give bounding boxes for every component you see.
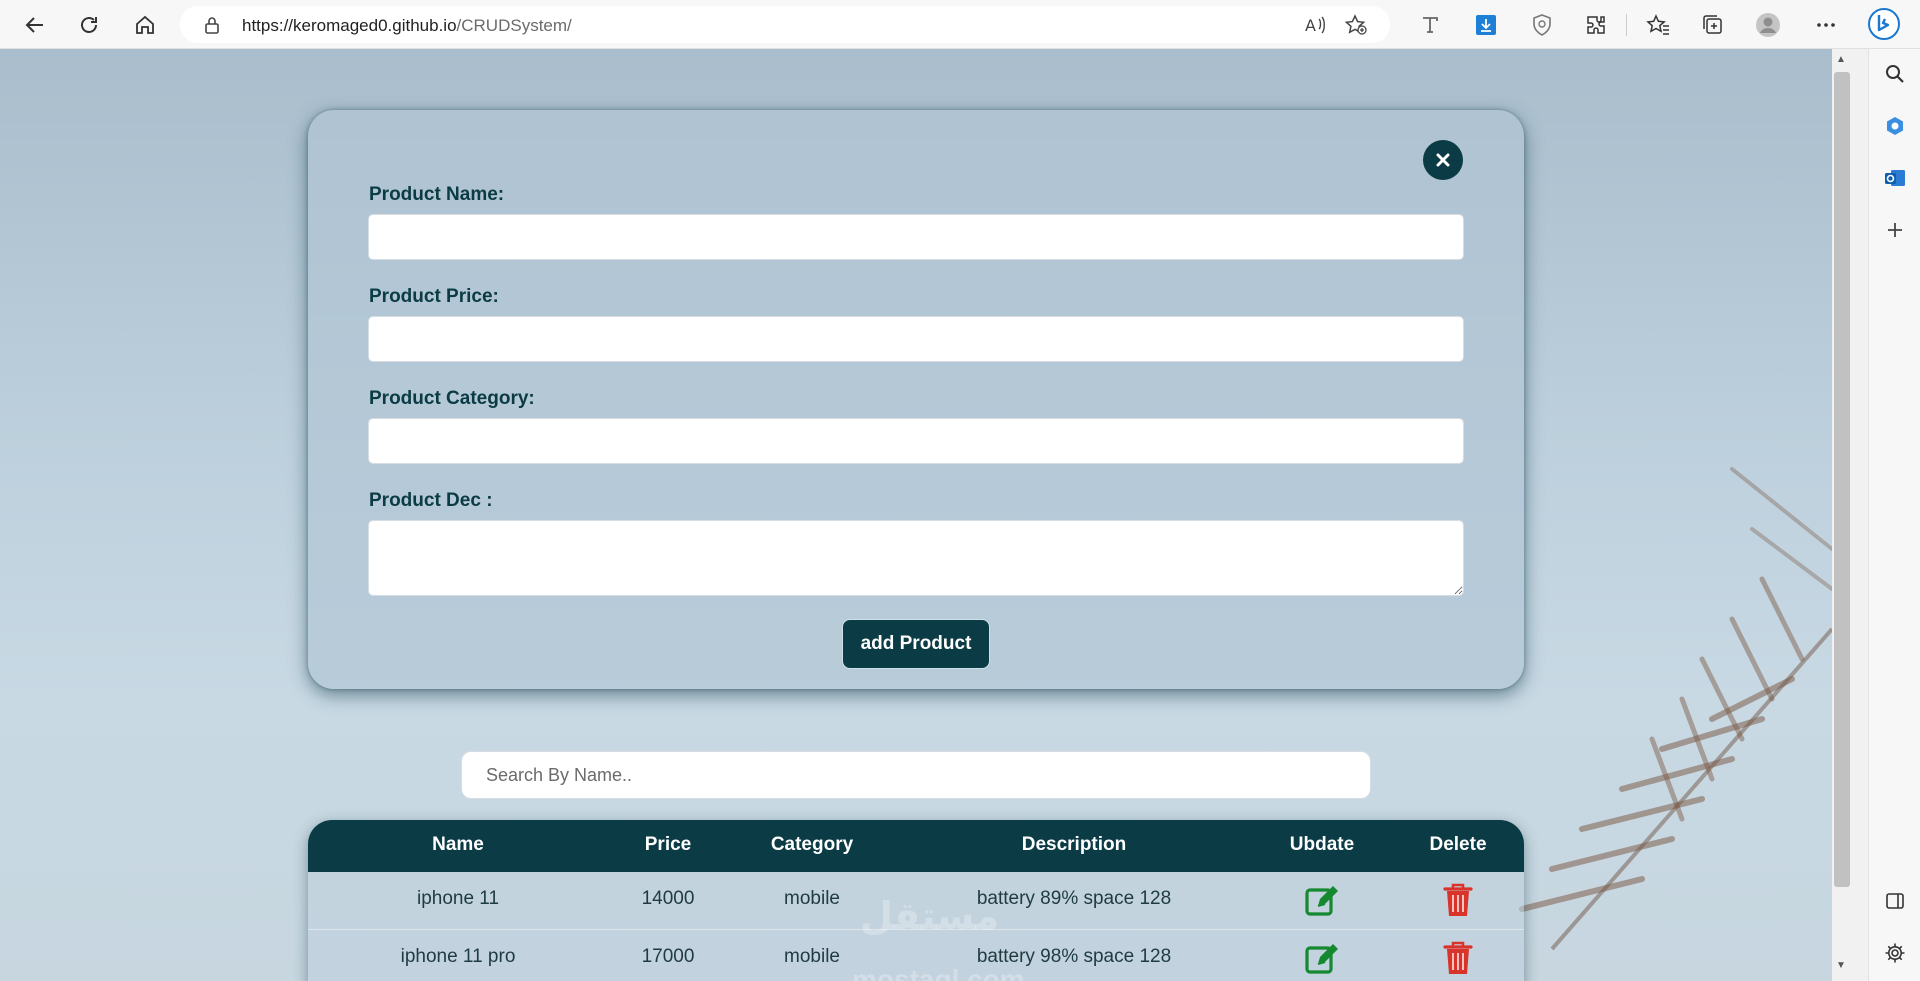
header-delete: Delete xyxy=(1429,834,1487,855)
product-description-textarea[interactable] xyxy=(368,520,1464,596)
text-format-icon[interactable] xyxy=(1414,9,1446,41)
product-category-label: Product Category: xyxy=(369,388,535,409)
product-description-label: Product Dec : xyxy=(369,490,493,511)
edit-icon xyxy=(1305,944,1338,974)
sidebar-toggle-button[interactable] xyxy=(1881,887,1909,915)
search-input[interactable] xyxy=(461,751,1371,799)
product-name-label: Product Name: xyxy=(369,184,505,205)
home-icon xyxy=(136,15,154,34)
download-icon[interactable] xyxy=(1470,9,1502,41)
header-name: Name xyxy=(432,834,484,855)
cell-category: mobile xyxy=(784,888,840,909)
product-price-label: Product Price: xyxy=(369,286,499,307)
profile-avatar-icon[interactable] xyxy=(1752,9,1784,41)
page-viewport: Product Name: Product Price: Product Cat… xyxy=(0,49,1832,981)
header-category: Category xyxy=(770,834,854,855)
refresh-button[interactable] xyxy=(72,8,106,42)
scrollbar-thumb[interactable] xyxy=(1834,72,1850,887)
watermark-latin: mostaql.com xyxy=(852,964,1025,981)
collections-icon[interactable] xyxy=(1697,9,1729,41)
add-product-button[interactable]: add Product xyxy=(842,619,990,669)
update-button[interactable] xyxy=(1302,880,1342,920)
outlook-icon xyxy=(1885,170,1905,186)
read-aloud-icon[interactable]: A xyxy=(1304,15,1326,40)
plus-icon xyxy=(1888,223,1902,237)
update-button[interactable] xyxy=(1302,938,1342,978)
product-category-input[interactable] xyxy=(368,418,1464,464)
extensions-icon[interactable] xyxy=(1580,9,1612,41)
edge-sidebar xyxy=(1868,49,1920,981)
product-name-input[interactable] xyxy=(368,214,1464,260)
url-text[interactable]: https://keromaged0.github.io/CRUDSystem/ xyxy=(242,16,572,36)
svg-text:A: A xyxy=(1305,16,1316,35)
address-bar[interactable]: https://keromaged0.github.io/CRUDSystem/… xyxy=(180,6,1390,43)
cell-category: mobile xyxy=(784,946,840,967)
browser-toolbar: https://keromaged0.github.io/CRUDSystem/… xyxy=(0,0,1920,49)
watermark-arabic: مستقل xyxy=(860,896,999,938)
tools-icon xyxy=(1887,117,1903,135)
sidebar-panel-icon xyxy=(1886,893,1904,909)
product-price-input[interactable] xyxy=(368,316,1464,362)
refresh-icon xyxy=(81,17,97,33)
cell-price: 17000 xyxy=(641,946,695,967)
sidebar-tools-button[interactable] xyxy=(1881,112,1909,140)
edit-icon xyxy=(1305,886,1338,916)
trash-icon xyxy=(1443,941,1473,974)
shield-icon[interactable] xyxy=(1526,9,1558,41)
delete-button[interactable] xyxy=(1438,880,1478,920)
back-button[interactable] xyxy=(18,8,52,42)
cell-name: iphone 11 pro xyxy=(400,946,516,967)
cell-price: 14000 xyxy=(641,888,695,909)
add-favorite-icon[interactable] xyxy=(1344,14,1368,41)
bing-copilot-icon[interactable] xyxy=(1864,4,1904,44)
scroll-up-arrow-icon[interactable]: ▲ xyxy=(1836,54,1846,65)
close-icon xyxy=(1436,153,1450,167)
search-icon xyxy=(1886,65,1904,83)
table-header: Name Price Category Description Ubdate D… xyxy=(308,820,1524,872)
gear-icon xyxy=(1885,943,1905,963)
sidebar-search-button[interactable] xyxy=(1881,60,1909,88)
cell-description: battery 89% space 128 xyxy=(976,888,1172,909)
header-description: Description xyxy=(1021,834,1127,855)
product-form-card: Product Name: Product Price: Product Cat… xyxy=(308,110,1524,689)
toolbar-divider xyxy=(1626,14,1627,36)
close-form-button[interactable] xyxy=(1423,140,1463,180)
sidebar-add-button[interactable] xyxy=(1881,216,1909,244)
header-update: Ubdate xyxy=(1289,834,1355,855)
back-arrow-icon xyxy=(25,17,43,33)
delete-button[interactable] xyxy=(1438,938,1478,978)
favorites-icon[interactable] xyxy=(1642,9,1674,41)
more-options-icon[interactable] xyxy=(1810,9,1842,41)
lock-icon[interactable] xyxy=(204,16,220,39)
sidebar-settings-button[interactable] xyxy=(1881,939,1909,967)
home-button[interactable] xyxy=(128,8,162,42)
trash-icon xyxy=(1443,883,1473,916)
cell-name: iphone 11 xyxy=(416,888,500,909)
scroll-down-arrow-icon[interactable]: ▼ xyxy=(1836,960,1846,971)
sidebar-outlook-button[interactable] xyxy=(1881,164,1909,192)
header-price: Price xyxy=(644,834,692,855)
